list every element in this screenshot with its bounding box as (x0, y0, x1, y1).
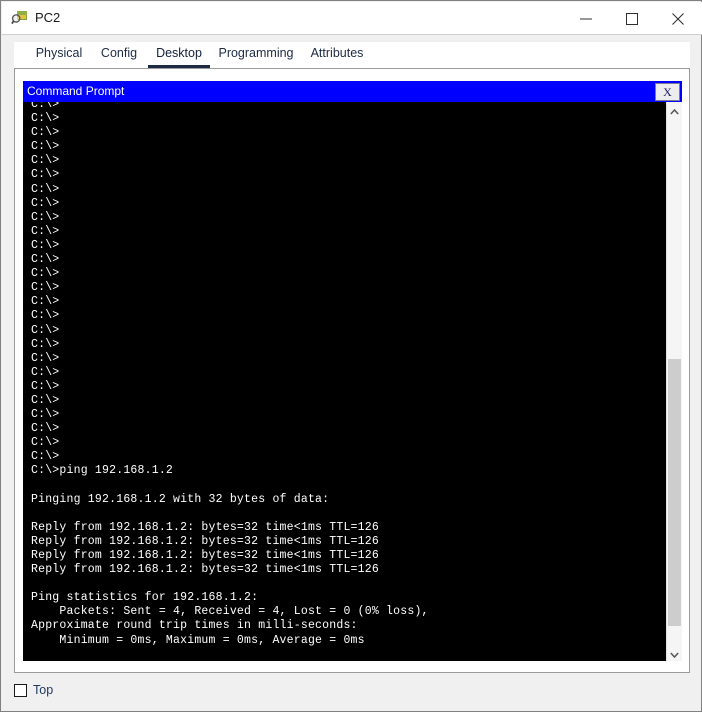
scroll-up-icon[interactable] (667, 102, 682, 118)
close-button[interactable] (655, 3, 701, 35)
window-title: PC2 (35, 9, 60, 27)
terminal-text: C:\> C:\> C:\> C:\> C:\> C:\> C:\> C:\> … (31, 102, 429, 648)
window-title-bar: PC2 (2, 2, 702, 35)
device-tab-strip: Physical Config Desktop Programming Attr… (14, 42, 690, 68)
terminal-scrollbar[interactable] (666, 102, 682, 661)
command-prompt-title-bar: Command Prompt X (23, 81, 682, 102)
command-prompt-close-button[interactable]: X (655, 83, 680, 101)
maximize-button[interactable] (609, 3, 655, 35)
tab-programming[interactable]: Programming (212, 42, 300, 68)
packet-tracer-pc-icon (11, 9, 29, 27)
command-prompt-window: Command Prompt X C:\> C:\> C:\> C:\> C:\… (23, 81, 682, 661)
tab-config[interactable]: Config (92, 42, 146, 68)
tab-desktop[interactable]: Desktop (148, 42, 210, 68)
scroll-down-icon[interactable] (667, 645, 682, 661)
tab-physical[interactable]: Physical (28, 42, 90, 68)
pc2-device-window: PC2 Physical Config Desktop Programming … (0, 0, 702, 712)
minimize-button[interactable] (563, 3, 609, 35)
top-checkbox-row: Top (14, 681, 53, 699)
top-checkbox[interactable] (14, 684, 27, 697)
command-prompt-title: Command Prompt (27, 84, 124, 99)
terminal-output-area[interactable]: C:\> C:\> C:\> C:\> C:\> C:\> C:\> C:\> … (23, 102, 682, 661)
desktop-tab-panel: Command Prompt X C:\> C:\> C:\> C:\> C:\… (14, 68, 690, 673)
scrollbar-thumb[interactable] (668, 359, 681, 626)
top-checkbox-label[interactable]: Top (33, 683, 53, 697)
tab-attributes[interactable]: Attributes (302, 42, 372, 68)
